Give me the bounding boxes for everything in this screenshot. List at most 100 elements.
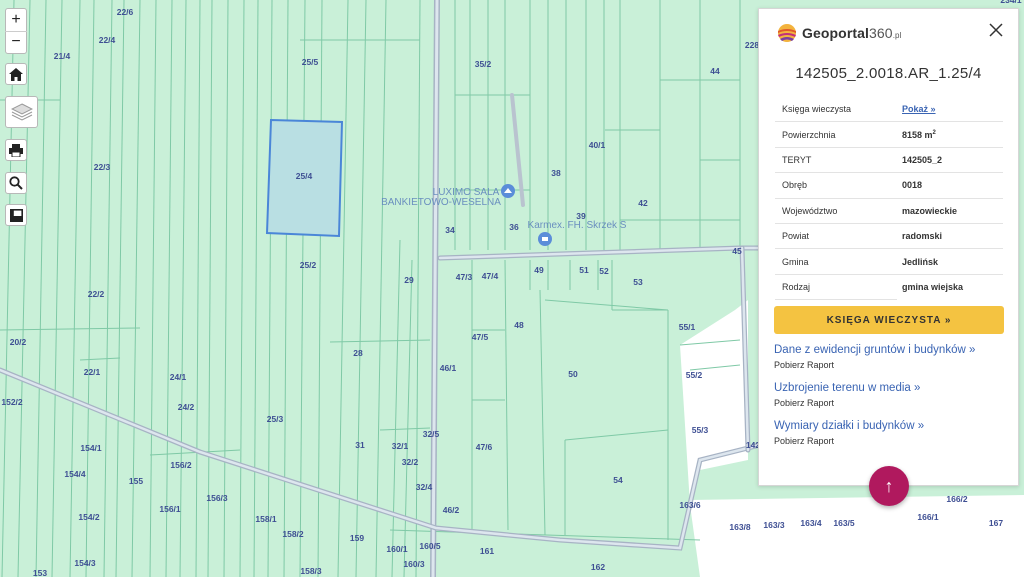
parcel-label-45: 45 bbox=[732, 246, 742, 256]
row-label: Rodzaj bbox=[775, 274, 898, 301]
parcel-label-51: 51 bbox=[579, 265, 589, 275]
parcel-label-1561: 156/1 bbox=[159, 504, 181, 514]
poi-karmex-label: Karmex. FH. Skrzek S bbox=[528, 220, 627, 231]
parcel-label-54: 54 bbox=[613, 475, 623, 485]
area-value: 8158 m bbox=[902, 129, 933, 140]
row-label: Województwo bbox=[775, 198, 898, 224]
row-ksiega: Księga wieczysta Pokaż » bbox=[775, 97, 1003, 123]
parcel-label-1601: 160/1 bbox=[386, 544, 408, 554]
parcel-label-1542: 154/2 bbox=[78, 512, 100, 522]
home-button[interactable] bbox=[5, 63, 27, 85]
parcel-label-252: 25/2 bbox=[300, 260, 317, 270]
parcel-label-241: 24/1 bbox=[170, 372, 187, 382]
row-powiat: Powiat radomski bbox=[775, 223, 1003, 250]
row-powierzchnia: Powierzchnia 8158 m2 bbox=[775, 121, 1003, 148]
row-wojewodztwo: Województwo mazowieckie bbox=[775, 198, 1003, 224]
link-wymiary[interactable]: Wymiary działki i budynków » bbox=[774, 420, 924, 432]
parcel-label-221: 22/1 bbox=[84, 367, 101, 377]
parcel-label-1562: 156/2 bbox=[170, 460, 192, 470]
parcel-label-253: 25/3 bbox=[267, 414, 284, 424]
search-button[interactable] bbox=[5, 172, 27, 194]
logo-brand: Geoportal bbox=[802, 25, 870, 41]
parcel-label-44: 44 bbox=[710, 66, 720, 76]
row-gmina: Gmina Jedlińsk bbox=[775, 248, 1003, 275]
parcel-label-462: 46/2 bbox=[443, 505, 460, 515]
parcel-label-1638: 163/8 bbox=[729, 522, 751, 532]
row-label: Księga wieczysta bbox=[775, 97, 898, 123]
link-ewidencja[interactable]: Dane z ewidencji gruntów i budynków » bbox=[774, 344, 975, 356]
parcel-label-1582: 158/2 bbox=[282, 529, 304, 539]
zoom-out-button[interactable]: − bbox=[5, 32, 27, 54]
row-label: Obręb bbox=[775, 172, 898, 199]
parcel-label-222: 22/2 bbox=[88, 289, 105, 299]
row-rodzaj: Rodzaj gmina wiejska bbox=[775, 274, 1003, 301]
geoportal-logo[interactable]: Geoportal360.pl bbox=[777, 23, 901, 43]
parcel-label-475: 47/5 bbox=[472, 332, 489, 342]
parcel-label-321: 32/1 bbox=[392, 441, 409, 451]
ksiega-wieczysta-button[interactable]: KSIĘGA WIECZYSTA » bbox=[774, 306, 1004, 334]
poi-karmex-pin[interactable] bbox=[538, 232, 552, 246]
parcel-label-36: 36 bbox=[509, 222, 519, 232]
parcel-label-1583: 158/3 bbox=[300, 566, 322, 576]
poi-luximo-pin[interactable] bbox=[501, 184, 515, 198]
row-value: mazowieckie bbox=[897, 198, 1003, 224]
zoom-in-button[interactable]: + bbox=[5, 9, 27, 32]
parcel-label-1634: 163/4 bbox=[800, 518, 822, 528]
arrow-up-icon: ↑ bbox=[884, 475, 894, 496]
parcel-label-155: 155 bbox=[129, 476, 143, 486]
parcel-attributes-table: Księga wieczysta Pokaż » Powierzchnia 8158… bbox=[775, 97, 1003, 301]
parcel-label-2341: 234/1 bbox=[1000, 0, 1022, 5]
row-value: 0018 bbox=[897, 172, 1003, 199]
parcel-label-167: 167 bbox=[989, 518, 1003, 528]
parcel-label-474: 47/4 bbox=[482, 271, 499, 281]
layers-button[interactable] bbox=[5, 96, 38, 128]
row-value: 142505_2 bbox=[897, 147, 1003, 174]
search-icon bbox=[9, 176, 23, 190]
parcel-label-49: 49 bbox=[534, 265, 544, 275]
parcel-label-48: 48 bbox=[514, 320, 524, 330]
layers-icon bbox=[10, 103, 33, 121]
globe-logo-icon bbox=[778, 24, 796, 42]
parcel-label-50: 50 bbox=[568, 369, 578, 379]
parcel-label-223: 22/3 bbox=[94, 162, 111, 172]
row-value: radomski bbox=[897, 223, 1003, 250]
parcel-label-202: 20/2 bbox=[10, 337, 27, 347]
parcel-label-53: 53 bbox=[633, 277, 643, 287]
parcel-label-1636: 163/6 bbox=[679, 500, 701, 510]
row-label: Powierzchnia bbox=[775, 121, 898, 148]
parcel-label-42: 42 bbox=[638, 198, 648, 208]
parcel-label-1661: 166/1 bbox=[917, 512, 939, 522]
parcel-label-39: 39 bbox=[576, 211, 586, 221]
parcel-label-1563: 156/3 bbox=[206, 493, 228, 503]
parcel-label-162: 162 bbox=[591, 562, 605, 572]
home-icon bbox=[9, 67, 23, 81]
parcel-label-1522: 152/2 bbox=[1, 397, 23, 407]
parcel-label-322: 32/2 bbox=[402, 457, 419, 467]
parcel-label-552: 55/2 bbox=[686, 370, 703, 380]
parcel-label-242: 24/2 bbox=[178, 402, 195, 412]
row-value: gmina wiejska bbox=[902, 282, 964, 293]
row-value: Jedlińsk bbox=[897, 248, 1003, 275]
download-report-ewidencja[interactable]: Pobierz Raport bbox=[774, 360, 834, 370]
parcel-label-1633: 163/3 bbox=[763, 520, 785, 530]
ksiega-show-link[interactable]: Pokaż » bbox=[897, 97, 1003, 123]
legend-button[interactable] bbox=[5, 204, 27, 226]
parcel-label-1544: 154/4 bbox=[64, 469, 86, 479]
download-report-wymiary[interactable]: Pobierz Raport bbox=[774, 436, 834, 446]
parcel-info-panel: Geoportal360.pl 142505_2.0018.AR_1.25/4 … bbox=[758, 8, 1019, 486]
parcel-label-34: 34 bbox=[445, 225, 455, 235]
scroll-top-button[interactable]: ↑ bbox=[869, 466, 909, 506]
parcel-label-476: 47/6 bbox=[476, 442, 493, 452]
parcel-label-551: 55/1 bbox=[679, 322, 696, 332]
parcel-label-52: 52 bbox=[599, 266, 609, 276]
print-button[interactable] bbox=[5, 139, 27, 161]
parcel-label-31: 31 bbox=[355, 440, 365, 450]
link-uzbrojenie[interactable]: Uzbrojenie terenu w media » bbox=[774, 382, 920, 394]
parcel-label-255: 25/5 bbox=[302, 57, 319, 67]
parcel-label-461: 46/1 bbox=[440, 363, 457, 373]
parcel-label-214: 21/4 bbox=[54, 51, 71, 61]
parcel-label-1543: 154/3 bbox=[74, 558, 96, 568]
download-report-uzbrojenie[interactable]: Pobierz Raport bbox=[774, 398, 834, 408]
close-icon[interactable] bbox=[988, 22, 1004, 38]
parcel-label-28: 28 bbox=[353, 348, 363, 358]
